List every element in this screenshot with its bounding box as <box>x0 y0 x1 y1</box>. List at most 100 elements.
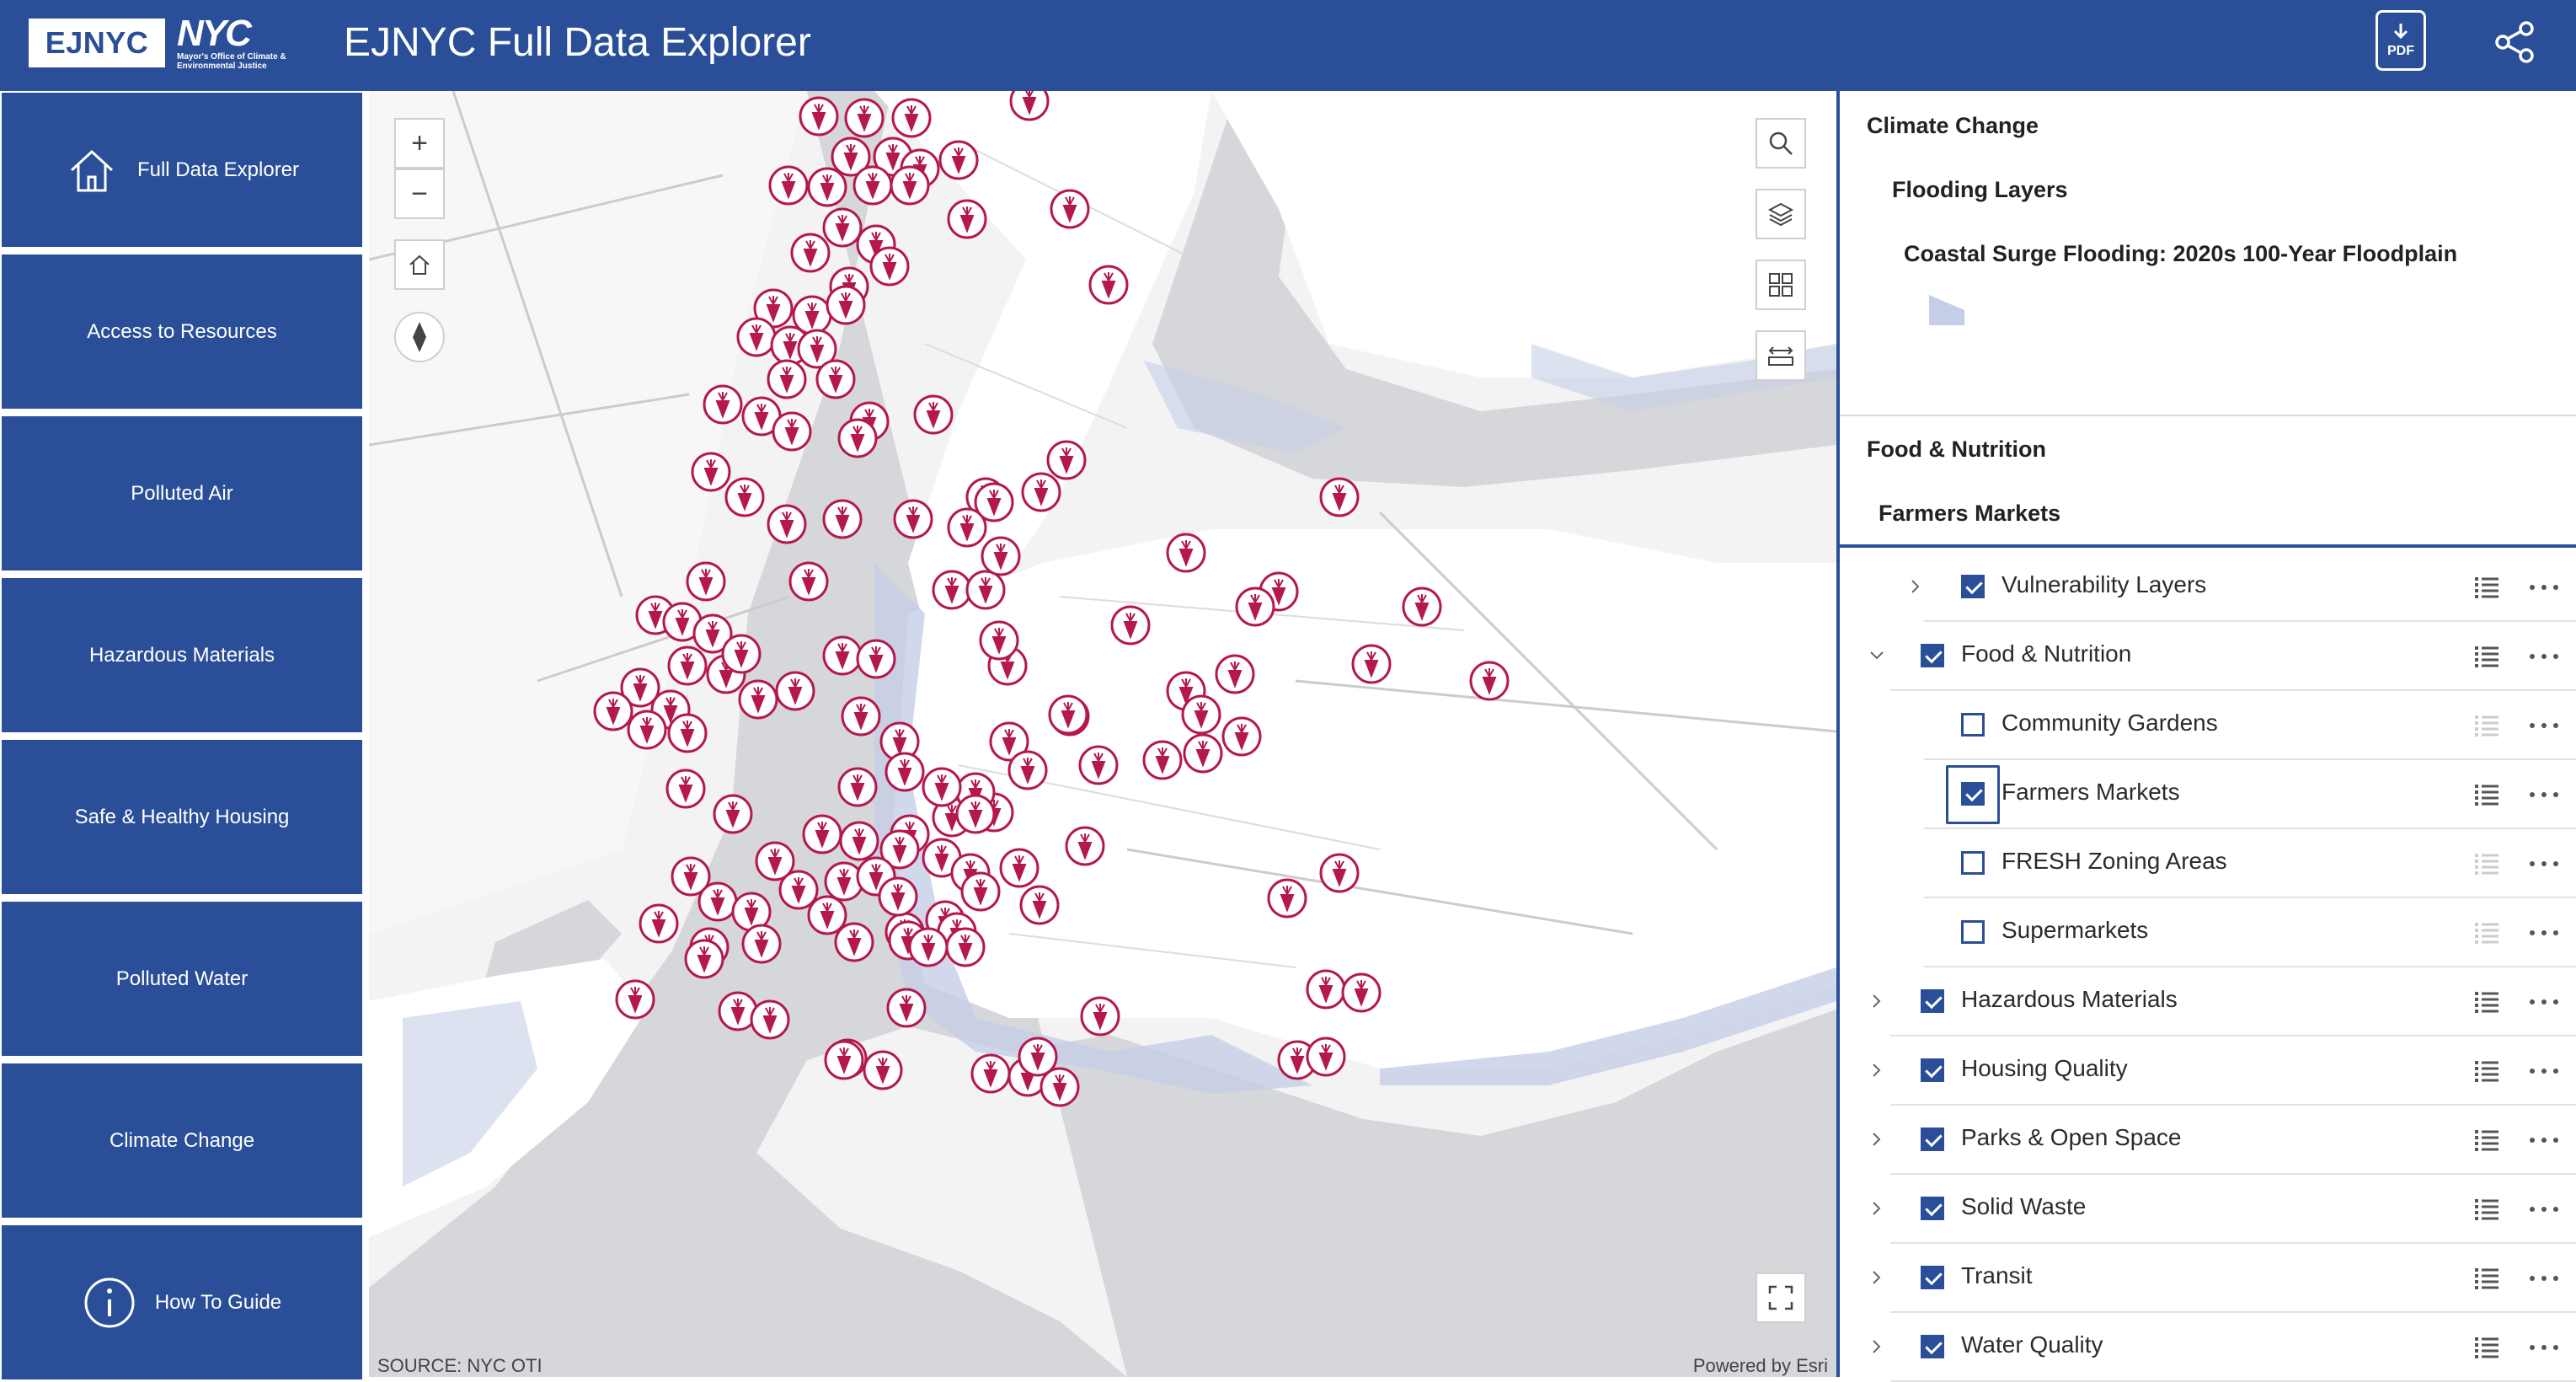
layer-row-fresh-zoning-areas[interactable]: FRESH Zoning Areas <box>1840 829 2576 898</box>
farmers-market-marker <box>767 504 807 544</box>
layer-row-transit[interactable]: Transit <box>1840 1244 2576 1313</box>
zoom-out-button[interactable]: − <box>394 169 445 219</box>
more-options-icon[interactable] <box>2527 920 2561 945</box>
basemap <box>369 91 1836 1377</box>
ejnyc-logo[interactable]: EJNYC <box>29 19 165 67</box>
chevron-right-icon[interactable] <box>1865 1128 1889 1151</box>
more-options-icon[interactable] <box>2527 713 2561 738</box>
farmers-market-marker <box>822 635 863 676</box>
more-options-icon[interactable] <box>2527 1197 2561 1222</box>
layer-visibility-checkbox[interactable] <box>1961 920 1985 944</box>
farmers-market-marker <box>697 881 738 922</box>
layer-label: Hazardous Materials <box>1961 986 2178 1012</box>
legend-list-icon[interactable] <box>2473 1197 2500 1222</box>
layer-visibility-checkbox[interactable] <box>1961 782 1985 806</box>
farmers-market-marker <box>1166 533 1206 573</box>
basemap-gallery-button[interactable] <box>1756 260 1806 310</box>
fullscreen-button[interactable] <box>1756 1272 1806 1323</box>
legend-list-icon[interactable] <box>2473 851 2500 876</box>
legend-list-icon[interactable] <box>2473 1335 2500 1360</box>
farmers-market-marker <box>863 1050 903 1090</box>
layers-button[interactable] <box>1756 189 1806 239</box>
farmers-market-marker <box>869 246 910 287</box>
map-attribution-esri[interactable]: Powered by Esri <box>1693 1355 1828 1377</box>
legend-list-icon[interactable] <box>2473 1128 2500 1153</box>
legend-list-icon[interactable] <box>2473 989 2500 1015</box>
more-options-icon[interactable] <box>2527 1058 2561 1084</box>
farmers-market-marker <box>639 903 679 944</box>
more-options-icon[interactable] <box>2527 1128 2561 1153</box>
layer-row-community-gardens[interactable]: Community Gardens <box>1840 691 2576 760</box>
default-extent-button[interactable] <box>394 239 445 290</box>
layer-row-farmers-markets[interactable]: Farmers Markets <box>1840 760 2576 829</box>
more-options-icon[interactable] <box>2527 782 2561 807</box>
layer-row-food-and-nutrition[interactable]: Food & Nutrition <box>1840 622 2576 691</box>
chevron-down-icon[interactable] <box>1865 644 1889 667</box>
compass-button[interactable] <box>394 312 445 362</box>
farmers-market-marker <box>615 979 655 1020</box>
layer-visibility-checkbox[interactable] <box>1921 644 1944 667</box>
layer-visibility-checkbox[interactable] <box>1961 713 1985 737</box>
more-options-icon[interactable] <box>2527 989 2561 1015</box>
legend-list-icon[interactable] <box>2473 644 2500 669</box>
share-button[interactable] <box>2489 17 2540 67</box>
pdf-download-button[interactable]: PDF <box>2376 10 2426 71</box>
layer-row-solid-waste[interactable]: Solid Waste <box>1840 1175 2576 1244</box>
share-icon <box>2495 21 2534 63</box>
layer-row-water-quality[interactable]: Water Quality <box>1840 1313 2576 1382</box>
chevron-right-icon[interactable] <box>1865 1335 1889 1358</box>
legend-list-icon[interactable] <box>2473 575 2500 600</box>
sidebar-item-polluted-water[interactable]: Polluted Water <box>2 902 362 1056</box>
layer-visibility-checkbox[interactable] <box>1921 1266 1944 1289</box>
zoom-in-button[interactable]: + <box>394 118 445 169</box>
layer-label: Community Gardens <box>2001 710 2218 736</box>
layer-visibility-checkbox[interactable] <box>1961 851 1985 875</box>
farmers-market-marker <box>932 570 972 610</box>
chevron-right-icon[interactable] <box>1865 989 1889 1013</box>
farmers-market-marker <box>960 871 1001 912</box>
farmers-market-marker <box>799 96 839 137</box>
measure-button[interactable] <box>1756 330 1806 381</box>
sidebar-item-polluted-air[interactable]: Polluted Air <box>2 416 362 570</box>
legend-list-icon[interactable] <box>2473 782 2500 807</box>
layer-visibility-checkbox[interactable] <box>1921 989 1944 1013</box>
layer-row-hazardous-materials[interactable]: Hazardous Materials <box>1840 967 2576 1036</box>
layer-visibility-checkbox[interactable] <box>1921 1058 1944 1082</box>
legend-list-icon[interactable] <box>2473 713 2500 738</box>
legend-list-icon[interactable] <box>2473 1266 2500 1291</box>
more-options-icon[interactable] <box>2527 644 2561 669</box>
chevron-right-icon[interactable] <box>1904 575 1927 598</box>
more-options-icon[interactable] <box>2527 575 2561 600</box>
layer-row-parks-and-open-space[interactable]: Parks & Open Space <box>1840 1106 2576 1175</box>
layer-row-housing-quality[interactable]: Housing Quality <box>1840 1036 2576 1106</box>
sidebar-item-climate-change[interactable]: Climate Change <box>2 1063 362 1218</box>
more-options-icon[interactable] <box>2527 1335 2561 1360</box>
chevron-right-icon[interactable] <box>1865 1058 1889 1082</box>
layer-row-vulnerability-layers[interactable]: Vulnerability Layers <box>1840 553 2576 622</box>
sidebar-item-safe-healthy-housing[interactable]: Safe & Healthy Housing <box>2 740 362 894</box>
layer-visibility-checkbox[interactable] <box>1921 1335 1944 1358</box>
farmers-market-marker <box>1267 878 1307 919</box>
layer-visibility-checkbox[interactable] <box>1921 1197 1944 1220</box>
search-button[interactable] <box>1756 118 1806 169</box>
layer-visibility-checkbox[interactable] <box>1921 1128 1944 1151</box>
layer-visibility-checkbox[interactable] <box>1961 575 1985 598</box>
nyc-logo[interactable]: NYC Mayor's Office of Climate & Environm… <box>177 15 320 74</box>
more-options-icon[interactable] <box>2527 1266 2561 1291</box>
layer-list: Vulnerability Layers Food & Nutrition Comm… <box>1840 548 2576 1382</box>
legend-list-icon[interactable] <box>2473 920 2500 945</box>
sidebar-item-how-to-guide[interactable]: How To Guide <box>2 1225 362 1379</box>
map-view[interactable]: + − SOURCE: NYC OTI Powered by Esri <box>369 91 1836 1377</box>
home-icon <box>409 254 430 275</box>
sidebar-item-full-data-explorer[interactable]: Full Data Explorer <box>2 93 362 247</box>
sidebar-item-access-to-resources[interactable]: Access to Resources <box>2 254 362 409</box>
layer-label: Vulnerability Layers <box>2001 571 2207 597</box>
layer-label: Supermarkets <box>2001 917 2149 943</box>
chevron-right-icon[interactable] <box>1865 1266 1889 1289</box>
legend-list-icon[interactable] <box>2473 1058 2500 1084</box>
farmers-market-marker <box>938 140 979 180</box>
layer-row-supermarkets[interactable]: Supermarkets <box>1840 898 2576 967</box>
sidebar-item-hazardous-materials[interactable]: Hazardous Materials <box>2 578 362 732</box>
more-options-icon[interactable] <box>2527 851 2561 876</box>
chevron-right-icon[interactable] <box>1865 1197 1889 1220</box>
